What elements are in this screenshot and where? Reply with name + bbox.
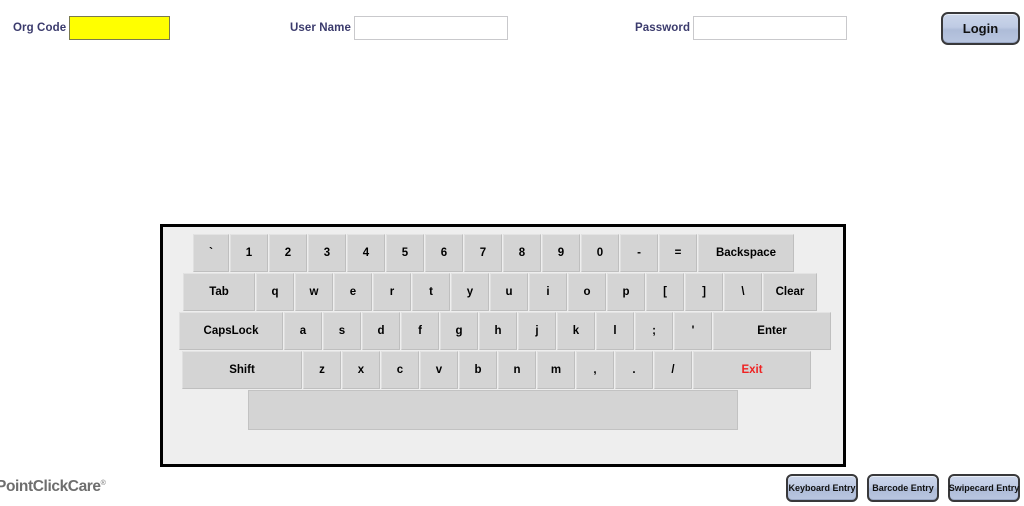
keyboard-space-row bbox=[248, 390, 738, 430]
key-e[interactable]: e bbox=[334, 273, 372, 311]
key-i[interactable]: i bbox=[529, 273, 567, 311]
key-h[interactable]: h bbox=[479, 312, 517, 350]
key-sym12[interactable]: ] bbox=[685, 273, 723, 311]
password-field-group: Password bbox=[635, 15, 848, 41]
keyboard-bottom-letter-row: Shift z x c v b n m,. / Exit bbox=[182, 351, 811, 389]
swipecard-entry-button[interactable]: Swipecard Entry bbox=[948, 474, 1020, 502]
key-r[interactable]: r bbox=[373, 273, 411, 311]
key-k[interactable]: k bbox=[557, 312, 595, 350]
pointclickcare-logo: PointClickCare® bbox=[0, 478, 106, 496]
key-n[interactable]: n bbox=[498, 351, 536, 389]
key-1[interactable]: 1 bbox=[230, 234, 268, 272]
brand-name: PointClickCare bbox=[0, 478, 101, 495]
key-sym0[interactable]: ` bbox=[193, 234, 229, 272]
key-q[interactable]: q bbox=[256, 273, 294, 311]
key-w[interactable]: w bbox=[295, 273, 333, 311]
key-sym12[interactable]: = bbox=[659, 234, 697, 272]
key-tab[interactable]: Tab bbox=[183, 273, 255, 311]
key-z[interactable]: z bbox=[303, 351, 341, 389]
key-sym11[interactable]: ' bbox=[674, 312, 712, 350]
password-label: Password bbox=[635, 22, 691, 34]
key-backspace[interactable]: Backspace bbox=[698, 234, 794, 272]
key-g[interactable]: g bbox=[440, 312, 478, 350]
entry-mode-buttons: Keyboard Entry Barcode Entry Swipecard E… bbox=[786, 474, 1020, 502]
user-name-input[interactable] bbox=[354, 16, 508, 40]
key-capslock[interactable]: CapsLock bbox=[179, 312, 283, 350]
keyboard-number-row: ` 1 2 3 4 5 6 7 8 9 0- = Backspace bbox=[193, 234, 794, 272]
key-m[interactable]: m bbox=[537, 351, 575, 389]
key-shift[interactable]: Shift bbox=[182, 351, 302, 389]
key-y[interactable]: y bbox=[451, 273, 489, 311]
key-sym9[interactable]: . bbox=[615, 351, 653, 389]
key-7[interactable]: 7 bbox=[464, 234, 502, 272]
org-code-label: Org Code bbox=[13, 22, 67, 34]
key-j[interactable]: j bbox=[518, 312, 556, 350]
brand-registered-mark: ® bbox=[100, 479, 106, 487]
key-a[interactable]: a bbox=[284, 312, 322, 350]
key-b[interactable]: b bbox=[459, 351, 497, 389]
key-l[interactable]: l bbox=[596, 312, 634, 350]
key-5[interactable]: 5 bbox=[386, 234, 424, 272]
login-bar: Org Code User Name Password Login bbox=[0, 0, 1024, 56]
key-f[interactable]: f bbox=[401, 312, 439, 350]
key-clear[interactable]: Clear bbox=[763, 273, 817, 311]
key-8[interactable]: 8 bbox=[503, 234, 541, 272]
keyboard-top-letter-row: Tab q w e r t y u i o p[] \ Clear bbox=[183, 273, 817, 311]
key-0[interactable]: 0 bbox=[581, 234, 619, 272]
key-6[interactable]: 6 bbox=[425, 234, 463, 272]
key-9[interactable]: 9 bbox=[542, 234, 580, 272]
password-input[interactable] bbox=[693, 16, 848, 40]
org-code-field-group: Org Code bbox=[13, 15, 171, 41]
key-t[interactable]: t bbox=[412, 273, 450, 311]
key-exit[interactable]: Exit bbox=[693, 351, 811, 389]
org-code-input[interactable] bbox=[69, 16, 171, 40]
user-name-field-group: User Name bbox=[290, 15, 508, 41]
key-enter[interactable]: Enter bbox=[713, 312, 831, 350]
key-d[interactable]: d bbox=[362, 312, 400, 350]
key-sym8[interactable]: , bbox=[576, 351, 614, 389]
key-4[interactable]: 4 bbox=[347, 234, 385, 272]
key-sym13[interactable]: \ bbox=[724, 273, 762, 311]
keyboard-entry-button[interactable]: Keyboard Entry bbox=[786, 474, 858, 502]
barcode-entry-button[interactable]: Barcode Entry bbox=[867, 474, 939, 502]
key-2[interactable]: 2 bbox=[269, 234, 307, 272]
key-3[interactable]: 3 bbox=[308, 234, 346, 272]
key-v[interactable]: v bbox=[420, 351, 458, 389]
key-o[interactable]: o bbox=[568, 273, 606, 311]
key-sym10[interactable]: ; bbox=[635, 312, 673, 350]
login-button[interactable]: Login bbox=[941, 12, 1020, 45]
onscreen-keyboard-panel: ` 1 2 3 4 5 6 7 8 9 0- = Backspace Tab q w e r t y u i o p[] \ Cl… bbox=[160, 224, 846, 467]
key-c[interactable]: c bbox=[381, 351, 419, 389]
key-u[interactable]: u bbox=[490, 273, 528, 311]
key-x[interactable]: x bbox=[342, 351, 380, 389]
key-space[interactable] bbox=[248, 390, 738, 430]
key-s[interactable]: s bbox=[323, 312, 361, 350]
user-name-label: User Name bbox=[290, 22, 351, 34]
key-sym11[interactable]: [ bbox=[646, 273, 684, 311]
keyboard-home-row: CapsLock a s d f g h j k l; ' Enter bbox=[179, 312, 831, 350]
key-sym11[interactable]: - bbox=[620, 234, 658, 272]
key-p[interactable]: p bbox=[607, 273, 645, 311]
key-sym10[interactable]: / bbox=[654, 351, 692, 389]
